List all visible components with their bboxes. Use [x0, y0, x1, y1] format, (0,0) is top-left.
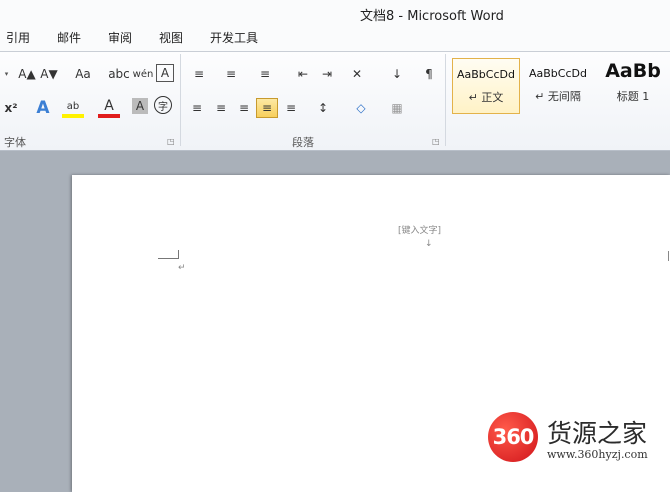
wen-icon[interactable]: wén — [132, 64, 154, 84]
style-heading-1[interactable]: AaBb 标题 1 — [596, 58, 670, 114]
highlight-icon[interactable]: ab — [62, 98, 84, 118]
numbering-icon[interactable]: ≡ — [220, 64, 242, 84]
increase-indent-icon[interactable]: ⇥ — [316, 64, 338, 84]
show-marks-icon[interactable]: ¶ — [418, 64, 440, 84]
style-name: ↵ 正文 — [468, 91, 504, 104]
header-paragraph-mark: ↓ — [425, 239, 433, 249]
shrink-font-button[interactable]: A▼ — [38, 64, 60, 84]
enclose-characters-icon[interactable]: 字 — [154, 96, 172, 114]
paragraph-dialog-launcher-icon[interactable]: ◳ — [432, 137, 440, 146]
style-sample: AaBb — [605, 60, 661, 82]
tab-review[interactable]: 审阅 — [108, 29, 132, 46]
grow-font-button[interactable]: A▲ — [16, 64, 38, 84]
style-sample: AaBbCcDd — [529, 67, 587, 80]
character-border-button[interactable]: A — [156, 64, 174, 82]
style-no-spacing[interactable]: AaBbCcDd ↵ 无间隔 — [524, 58, 592, 114]
line-spacing-icon[interactable]: ↕ — [312, 98, 334, 118]
group-divider — [445, 54, 446, 146]
character-shading-button[interactable]: A — [132, 98, 148, 114]
align-center-icon[interactable]: ≡ — [210, 98, 232, 118]
align-left-icon[interactable]: ≡ — [186, 98, 208, 118]
header-placeholder[interactable]: [键入文字] — [398, 223, 441, 236]
font-group-label: 字体 — [4, 136, 26, 149]
font-size-dropdown-icon[interactable]: ▾ — [0, 64, 12, 84]
shading-icon[interactable]: ◇ — [350, 98, 372, 118]
crop-mark — [178, 250, 179, 259]
justify-button[interactable]: ≡ — [256, 98, 278, 118]
sort-icon[interactable]: ↓ — [386, 64, 408, 84]
window-title: 文档8 - Microsoft Word — [360, 9, 504, 24]
title-bar: 文档8 - Microsoft Word — [0, 0, 670, 26]
style-normal[interactable]: AaBbCcDd ↵ 正文 — [452, 58, 520, 114]
watermark-logo-badge: 360 — [488, 412, 538, 462]
superscript-button[interactable]: x² — [0, 98, 22, 118]
tab-references[interactable]: 引用 — [6, 29, 30, 46]
style-sample: AaBbCcDd — [457, 68, 515, 81]
group-divider — [180, 54, 181, 146]
ribbon-tabs: 引用 邮件 审阅 视图 开发工具 — [0, 26, 670, 52]
ribbon: ▾ A▲ A▼ Aa abc wén A x² A ab A A 字 字体 ◳ … — [0, 52, 670, 151]
tab-view[interactable]: 视图 — [159, 29, 183, 46]
chinese-layout-icon[interactable]: ✕ — [346, 64, 368, 84]
watermark-site-name: 货源之家 — [547, 419, 648, 448]
tab-mailings[interactable]: 邮件 — [57, 29, 81, 46]
change-case-button[interactable]: Aa — [70, 64, 96, 84]
tab-developer[interactable]: 开发工具 — [210, 29, 258, 46]
font-color-icon[interactable]: A — [98, 98, 120, 118]
phonetic-guide-icon[interactable]: abc — [108, 64, 130, 84]
distributed-icon[interactable]: ≡ — [280, 98, 302, 118]
borders-icon[interactable]: ▦ — [386, 98, 408, 118]
watermark-url: www.360hyzj.com — [547, 448, 648, 461]
font-dialog-launcher-icon[interactable]: ◳ — [167, 137, 175, 146]
crop-mark — [158, 258, 178, 259]
crop-mark — [668, 251, 669, 261]
style-name: 标题 1 — [616, 90, 650, 103]
paragraph-group-label: 段落 — [292, 136, 314, 149]
bullets-icon[interactable]: ≡ — [188, 64, 210, 84]
text-effects-icon[interactable]: A — [32, 98, 54, 118]
style-name: ↵ 无间隔 — [535, 90, 581, 103]
paragraph-mark: ↵ — [178, 263, 186, 273]
align-right-icon[interactable]: ≡ — [233, 98, 255, 118]
decrease-indent-icon[interactable]: ⇤ — [292, 64, 314, 84]
multilevel-list-icon[interactable]: ≡ — [254, 64, 276, 84]
